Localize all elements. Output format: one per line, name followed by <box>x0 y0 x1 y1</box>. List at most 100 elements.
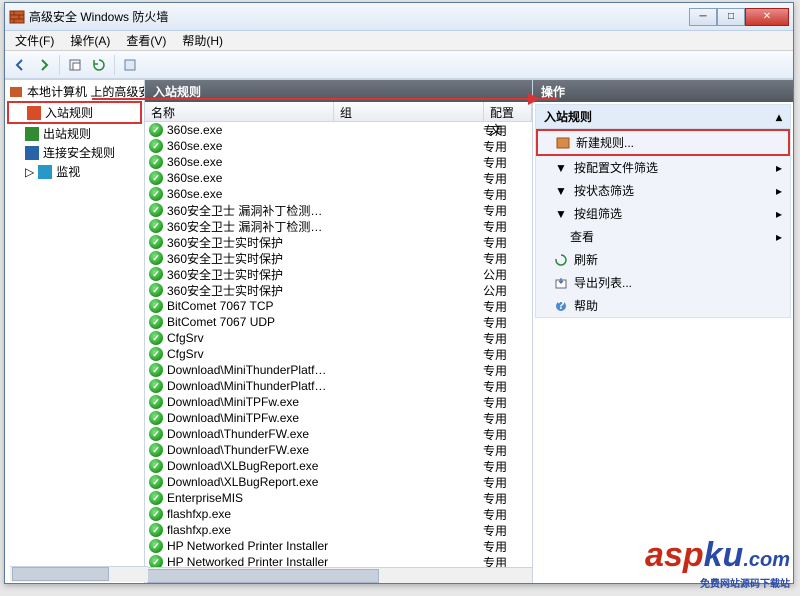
table-row[interactable]: CfgSrv专用 <box>145 330 532 346</box>
action-help[interactable]: ? 帮助 <box>536 294 790 317</box>
table-row[interactable]: 360安全卫士实时保护公用 <box>145 282 532 298</box>
table-row[interactable]: Download\MiniTPFw.exe专用 <box>145 394 532 410</box>
enabled-icon <box>149 267 163 281</box>
rules-panel: 入站规则 名称 组 配置文 360se.exe专用360se.exe专用360s… <box>145 80 533 583</box>
rule-name: BitComet 7067 TCP <box>167 299 333 313</box>
table-row[interactable]: 360安全卫士 漏洞补丁检测模块专用 <box>145 218 532 234</box>
rule-profile: 专用 <box>483 378 528 395</box>
col-group[interactable]: 组 <box>334 102 484 121</box>
export-icon <box>554 276 568 290</box>
rule-profile: 专用 <box>483 426 528 443</box>
tree-connection-security[interactable]: 连接安全规则 <box>7 143 142 162</box>
rule-name: Download\MiniThunderPlatform.exe <box>167 379 333 393</box>
close-button[interactable]: ✕ <box>745 8 789 26</box>
table-row[interactable]: 360安全卫士实时保护公用 <box>145 266 532 282</box>
action-help-label: 帮助 <box>574 297 598 314</box>
nav-forward-button[interactable] <box>33 54 55 76</box>
scrollbar-thumb[interactable] <box>147 569 379 583</box>
menu-view[interactable]: 查看(V) <box>120 30 172 51</box>
menu-help[interactable]: 帮助(H) <box>176 30 229 51</box>
table-row[interactable]: HP Networked Printer Installer专用 <box>145 554 532 567</box>
table-row[interactable]: flashfxp.exe 专用 <box>145 522 532 538</box>
table-row[interactable]: 360安全卫士实时保护专用 <box>145 234 532 250</box>
menubar: 文件(F) 操作(A) 查看(V) 帮助(H) <box>5 31 793 51</box>
enabled-icon <box>149 235 163 249</box>
rule-profile: 专用 <box>483 554 528 568</box>
action-new-rule[interactable]: 新建规则... <box>536 129 790 156</box>
titlebar[interactable]: 高级安全 Windows 防火墙 ─ □ ✕ <box>5 3 793 31</box>
rule-name: flashfxp.exe <box>167 523 333 537</box>
action-view-label: 查看 <box>570 228 594 245</box>
table-row[interactable]: 360se.exe专用 <box>145 122 532 138</box>
table-row[interactable]: Download\XLBugReport.exe专用 <box>145 458 532 474</box>
table-row[interactable]: 360安全卫士 漏洞补丁检测模块专用 <box>145 202 532 218</box>
watermark-sub: 免费网站源码下载站 <box>645 575 790 590</box>
refresh-button[interactable] <box>88 54 110 76</box>
tree-panel[interactable]: 本地计算机 上的高级安全 Win 入站规则 出站规则 连接安全规则 ▷ 监视 <box>5 80 145 583</box>
rules-list[interactable]: 360se.exe专用360se.exe专用360se.exe专用360se.e… <box>145 122 532 567</box>
table-row[interactable]: EnterpriseMIS专用 <box>145 490 532 506</box>
actions-section-header[interactable]: 入站规则 ▴ <box>536 105 790 129</box>
rule-name: Download\XLBugReport.exe <box>167 459 333 473</box>
table-row[interactable]: 360se.exe专用 <box>145 186 532 202</box>
rule-name: 360安全卫士 漏洞补丁检测模块 <box>167 202 333 219</box>
table-row[interactable]: BitComet 7067 TCP专用 <box>145 298 532 314</box>
tree-monitor-label: 监视 <box>56 163 80 180</box>
action-export[interactable]: 导出列表... <box>536 271 790 294</box>
toolbar-button-3[interactable] <box>119 54 141 76</box>
table-row[interactable]: Download\MiniThunderPlatform.exe专用 <box>145 362 532 378</box>
action-filter-state[interactable]: ▼ 按状态筛选 ▸ <box>536 179 790 202</box>
content-area: 本地计算机 上的高级安全 Win 入站规则 出站规则 连接安全规则 ▷ 监视 <box>5 79 793 583</box>
enabled-icon <box>149 523 163 537</box>
rule-name: 360安全卫士实时保护 <box>167 250 333 267</box>
rule-name: flashfxp.exe <box>167 507 333 521</box>
action-filter-group[interactable]: ▼ 按组筛选 ▸ <box>536 202 790 225</box>
table-row[interactable]: Download\MiniThunderPlatform.exe 专用 <box>145 378 532 394</box>
action-refresh[interactable]: 刷新 <box>536 248 790 271</box>
rule-profile: 专用 <box>483 522 528 539</box>
action-filter-profile[interactable]: ▼ 按配置文件筛选 ▸ <box>536 156 790 179</box>
tree-root[interactable]: 本地计算机 上的高级安全 Win <box>7 82 142 101</box>
table-row[interactable]: CfgSrv专用 <box>145 346 532 362</box>
rule-profile: 专用 <box>483 138 528 155</box>
toolbar-button-1[interactable] <box>64 54 86 76</box>
tree-outbound-rules[interactable]: 出站规则 <box>7 124 142 143</box>
table-row[interactable]: 360se.exe专用 <box>145 170 532 186</box>
col-profile[interactable]: 配置文 <box>484 102 532 121</box>
submenu-arrow-icon: ▸ <box>776 161 782 175</box>
action-filter-group-label: 按组筛选 <box>574 205 622 222</box>
table-row[interactable]: flashfxp.exe专用 <box>145 506 532 522</box>
menu-file[interactable]: 文件(F) <box>9 30 60 51</box>
action-view[interactable]: 查看 ▸ <box>536 225 790 248</box>
table-row[interactable]: 360se.exe专用 <box>145 154 532 170</box>
annotation-arrow-icon <box>528 93 540 105</box>
table-row[interactable]: Download\MiniTPFw.exe专用 <box>145 410 532 426</box>
menu-action[interactable]: 操作(A) <box>64 30 116 51</box>
enabled-icon <box>149 299 163 313</box>
collapse-icon: ▴ <box>776 110 782 124</box>
firewall-window: 高级安全 Windows 防火墙 ─ □ ✕ 文件(F) 操作(A) 查看(V)… <box>4 2 794 584</box>
tree-monitoring[interactable]: ▷ 监视 <box>7 162 142 181</box>
table-row[interactable]: HP Networked Printer Installer专用 <box>145 538 532 554</box>
action-filter-state-label: 按状态筛选 <box>574 182 634 199</box>
rules-column-headers[interactable]: 名称 组 配置文 <box>145 102 532 122</box>
table-row[interactable]: 360安全卫士实时保护专用 <box>145 250 532 266</box>
col-name[interactable]: 名称 <box>145 102 334 121</box>
watermark-asp: asp <box>645 536 704 574</box>
table-row[interactable]: Download\XLBugReport.exe专用 <box>145 474 532 490</box>
tree-inbound-rules[interactable]: 入站规则 <box>7 101 142 124</box>
horizontal-scrollbar[interactable] <box>145 567 532 583</box>
nav-back-button[interactable] <box>9 54 31 76</box>
refresh-icon <box>554 253 568 267</box>
maximize-button[interactable]: □ <box>717 8 745 26</box>
table-row[interactable]: 360se.exe专用 <box>145 138 532 154</box>
scrollbar-thumb[interactable] <box>12 567 109 581</box>
table-row[interactable]: Download\ThunderFW.exe专用 <box>145 426 532 442</box>
tree-scrollbar[interactable] <box>10 566 148 582</box>
table-row[interactable]: BitComet 7067 UDP专用 <box>145 314 532 330</box>
enabled-icon <box>149 123 163 137</box>
minimize-button[interactable]: ─ <box>689 8 717 26</box>
table-row[interactable]: Download\ThunderFW.exe专用 <box>145 442 532 458</box>
enabled-icon <box>149 459 163 473</box>
actions-header: 操作 <box>533 80 793 102</box>
